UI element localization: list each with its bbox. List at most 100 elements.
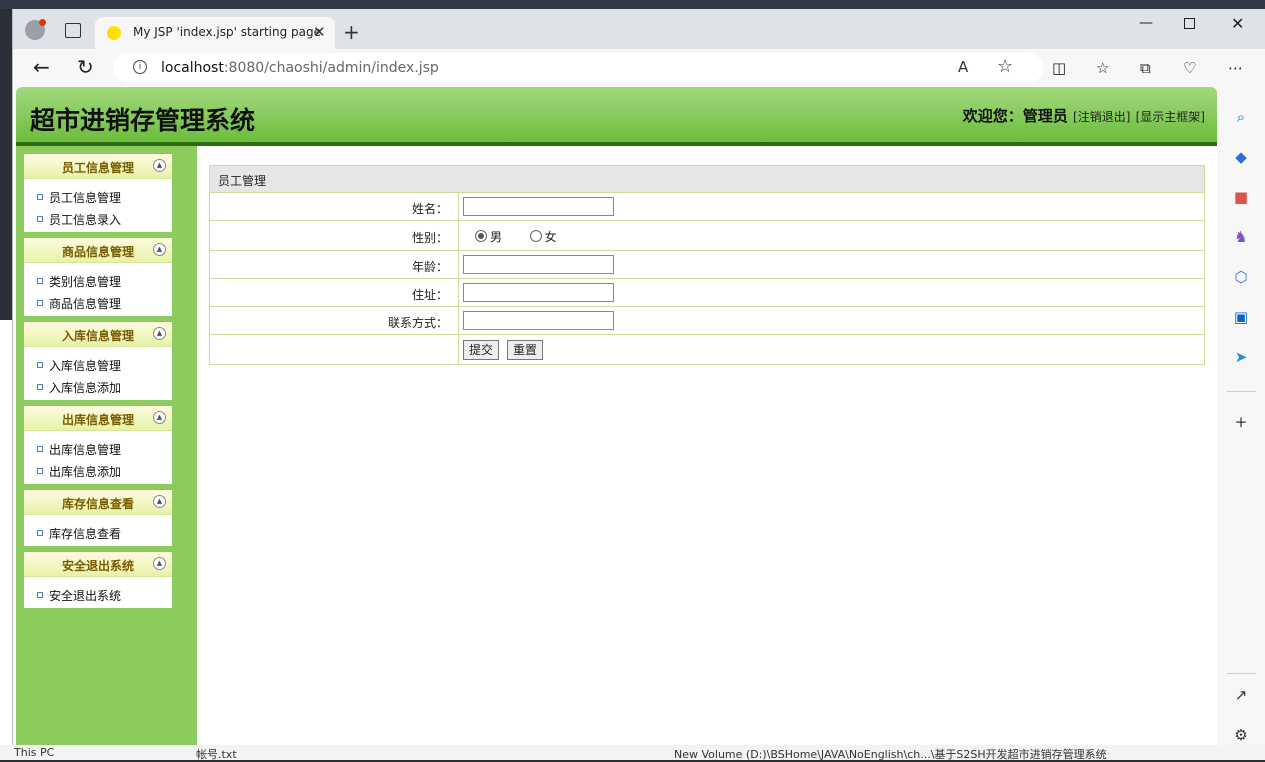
reset-button[interactable]: 重置 [507,340,544,360]
settings-gear-icon[interactable]: ⚙ [1231,725,1251,745]
logout-link[interactable]: [注销退出] [1073,110,1130,124]
search-icon[interactable]: ⌕ [1231,107,1251,127]
collapse-icon[interactable]: ▲ [153,159,166,172]
form-row-age: 年龄： [210,251,1204,279]
form-heading-text: 员工管理 [218,174,267,188]
menu-group-header[interactable]: 入库信息管理 ▲ [24,322,172,347]
row-label-cell: 联系方式： [210,307,459,334]
edge-sidebar: ⌕ ◆ ■ ♞ ⬡ ▣ ➤ + ↗ ⚙ [1217,87,1265,760]
menu-group-logout: 安全退出系统 ▲ 安全退出系统 [24,552,172,608]
menu-group-employee: 员工信息管理 ▲ 员工信息管理 员工信息录入 [24,154,172,232]
tab-title: My JSP 'index.jsp' starting page [133,25,322,39]
games-icon[interactable]: ♞ [1231,227,1251,247]
contact-input[interactable] [463,311,614,330]
minimize-icon[interactable]: — [1139,15,1153,31]
bullet-icon [37,278,43,284]
menu-item-label: 类别信息管理 [49,275,122,289]
form-row-name: 姓名： [210,193,1204,221]
tab-actions-icon[interactable] [65,23,81,38]
gender-male-radio[interactable] [475,230,487,242]
site-info-icon[interactable]: i [133,60,147,74]
menu-item[interactable]: 员工信息管理 [37,189,121,206]
desktop-top-bar [0,0,1265,9]
menu-item[interactable]: 商品信息管理 [37,295,121,312]
close-tab-icon[interactable]: ✕ [313,23,326,41]
maximize-icon[interactable] [1184,18,1195,29]
menu-item[interactable]: 出库信息添加 [37,463,121,480]
reload-icon[interactable]: ↻ [77,55,94,79]
form-row-gender: 性别： 男 女 [210,221,1204,251]
gender-label: 性别： [411,231,448,245]
collapse-icon[interactable]: ▲ [153,327,166,340]
back-icon[interactable]: ← [33,55,50,79]
row-label-cell: 姓名： [210,193,459,220]
copilot-icon[interactable]: ⬡ [1231,267,1251,287]
menu-item-label: 出库信息管理 [49,443,122,457]
browser-essentials-icon[interactable]: ♡ [1183,59,1196,77]
shopping-tag-icon[interactable]: ◆ [1231,147,1251,167]
bullet-icon [37,468,43,474]
employee-form: 员工管理 姓名： 性别： 男 女 年龄： 住址： 联系方式： 提交 重置 [209,165,1205,365]
bullet-icon [37,300,43,306]
menu-group-header[interactable]: 员工信息管理 ▲ [24,154,172,179]
menu-item[interactable]: 入库信息管理 [37,357,121,374]
menu-item[interactable]: 入库信息添加 [37,379,121,396]
url-host: localhost [161,60,224,76]
user-name: 管理员 [1022,107,1068,125]
outlook-icon[interactable]: ▣ [1231,307,1251,327]
menu-item-label: 出库信息添加 [49,465,122,479]
address-bar[interactable]: i localhost:8080/chaoshi/admin/index.jsp… [113,53,1043,83]
gender-male-label: 男 [490,230,503,244]
row-label-cell: 性别： [210,221,459,250]
submit-button[interactable]: 提交 [463,340,500,360]
address-input[interactable] [463,283,614,302]
add-icon[interactable]: + [1231,412,1251,432]
bullet-icon [37,216,43,222]
gender-female-radio[interactable] [529,230,542,242]
menu-group-header[interactable]: 出库信息管理 ▲ [24,406,172,431]
favorites-icon[interactable]: ☆ [1096,59,1109,77]
collapse-icon[interactable]: ▲ [153,243,166,256]
menu-item[interactable]: 员工信息录入 [37,211,121,228]
favorite-star-icon[interactable]: ☆ [997,56,1013,77]
menu-item[interactable]: 类别信息管理 [37,273,121,290]
collapse-icon[interactable]: ▲ [153,411,166,424]
collections-icon[interactable]: ⧉ [1140,59,1151,77]
url-text[interactable]: localhost:8080/chaoshi/admin/index.jsp [161,60,439,76]
sidebar-divider [1227,391,1256,392]
this-pc-label[interactable]: This PC [14,746,54,759]
form-heading: 员工管理 [210,166,1204,193]
menu-group-header[interactable]: 库存信息查看 ▲ [24,490,172,515]
name-input[interactable] [463,197,614,216]
read-aloud-icon[interactable]: A [958,58,968,76]
desktop-left-strip [0,320,12,760]
close-window-icon[interactable]: ✕ [1231,14,1244,33]
external-link-icon[interactable]: ↗ [1231,685,1251,705]
menu-group-goods: 商品信息管理 ▲ 类别信息管理 商品信息管理 [24,238,172,316]
menu-group-title: 出库信息管理 [61,413,134,427]
menu-item[interactable]: 安全退出系统 [37,587,121,604]
new-tab-icon[interactable]: + [343,20,360,44]
browser-tab[interactable]: My JSP 'index.jsp' starting page ✕ [95,17,335,49]
show-frame-link[interactable]: [显示主框架] [1136,110,1205,124]
bullet-icon [37,384,43,390]
menu-group-title: 入库信息管理 [61,329,134,343]
more-menu-icon[interactable]: ⋯ [1228,59,1243,77]
split-screen-icon[interactable]: ◫ [1052,59,1066,77]
app-title: 超市进销存管理系统 [30,106,256,135]
menu-item[interactable]: 库存信息查看 [37,525,121,542]
bullet-icon [37,446,43,452]
menu-item-label: 入库信息添加 [49,381,122,395]
menu-group-header[interactable]: 商品信息管理 ▲ [24,238,172,263]
gender-female-label: 女 [544,230,557,244]
menu-group-header[interactable]: 安全退出系统 ▲ [24,552,172,577]
age-input[interactable] [463,255,614,274]
collapse-icon[interactable]: ▲ [153,557,166,570]
tools-icon[interactable]: ■ [1231,187,1251,207]
left-menu: 员工信息管理 ▲ 员工信息管理 员工信息录入 商品信息管理 ▲ 类别信息管理 商品信… [16,146,197,755]
send-icon[interactable]: ➤ [1231,347,1251,367]
collapse-icon[interactable]: ▲ [153,495,166,508]
menu-item[interactable]: 出库信息管理 [37,441,121,458]
row-label-cell [210,335,459,364]
form-row-actions: 提交 重置 [210,335,1204,364]
